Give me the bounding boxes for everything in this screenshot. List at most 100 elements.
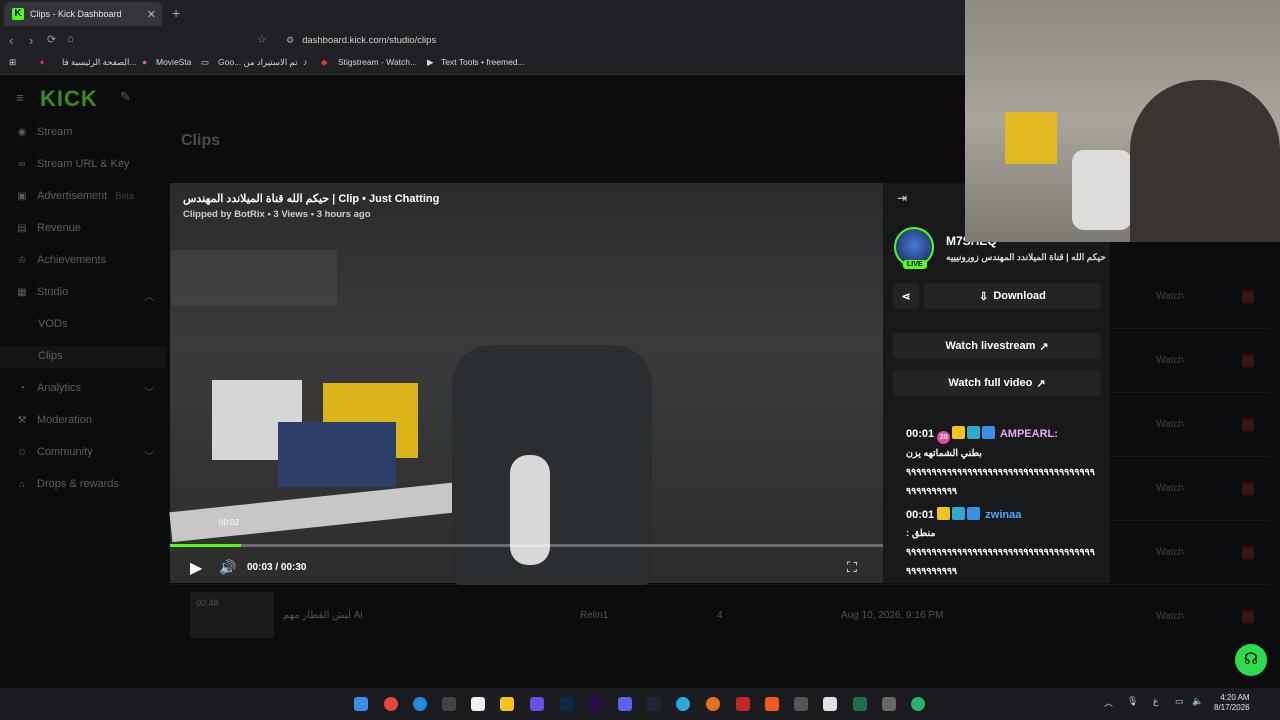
settings-icon[interactable]	[882, 697, 896, 711]
app-icon[interactable]	[794, 697, 808, 711]
chat-username[interactable]: AMPEARL:	[1000, 428, 1058, 440]
app-icon[interactable]	[736, 697, 750, 711]
sidebar-item-clips[interactable]: Clips	[38, 350, 62, 362]
app-icon[interactable]	[823, 697, 837, 711]
delete-icon[interactable]	[1242, 483, 1254, 495]
watch-link[interactable]: Watch	[1156, 611, 1184, 622]
premiere-icon[interactable]	[589, 697, 603, 711]
sidebar-item-studio[interactable]: ▦ Studio	[16, 286, 68, 298]
volume-tray-icon[interactable]: 🔈	[1192, 696, 1203, 707]
kick-logo[interactable]: KICK	[40, 86, 98, 112]
watch-link[interactable]: Watch	[1156, 547, 1184, 558]
clip-meta: Clipped by BotRix • 3 Views • 3 hours ag…	[183, 209, 371, 220]
progress-track[interactable]	[170, 544, 883, 547]
watch-link[interactable]: Watch	[1156, 291, 1184, 302]
language-indicator[interactable]: ع	[1153, 696, 1158, 707]
telegram-icon[interactable]	[676, 697, 690, 711]
delete-icon[interactable]	[1242, 611, 1254, 623]
hammer-icon: ⚒	[17, 414, 27, 426]
clip-row-views: 4	[717, 610, 723, 621]
chevron-down-icon[interactable]: ﹀	[144, 384, 154, 399]
windows-start-icon[interactable]	[354, 697, 368, 711]
system-clock[interactable]: 4:20 AM 8/17/2026	[1214, 693, 1250, 713]
watch-full-video-button[interactable]: Watch full video ↗	[893, 370, 1101, 396]
sidebar-item-achievements[interactable]: ♔ Achievements	[16, 254, 107, 266]
watch-link[interactable]: Watch	[1156, 355, 1184, 366]
headset-icon: ☊	[1243, 651, 1259, 668]
chrome-icon[interactable]	[384, 697, 398, 711]
chevron-up-icon[interactable]: ︿	[144, 288, 154, 303]
photoshop-icon[interactable]	[560, 697, 574, 711]
bookmark-item[interactable]: Text Tools • freemed...	[441, 57, 525, 67]
video-chat-overlay	[171, 250, 337, 306]
bookmark-favicon-icon: ♦	[40, 57, 45, 67]
bookmark-item[interactable]: الصفحة الرئيسية فا...	[62, 57, 136, 68]
chevron-down-icon[interactable]: ﹀	[144, 448, 154, 463]
chat-time: 00:01	[906, 428, 935, 440]
menu-icon[interactable]: ≡	[16, 90, 24, 105]
bookmark-item[interactable]: Goo... تم الاستيراد من	[218, 57, 298, 68]
home-icon[interactable]: ⌂	[67, 33, 74, 45]
watch-livestream-button[interactable]: Watch livestream ↗	[893, 333, 1101, 359]
edge-icon[interactable]	[413, 697, 427, 711]
collapse-panel-icon[interactable]: ⇥	[897, 191, 907, 205]
folder-icon[interactable]	[500, 697, 514, 711]
play-icon[interactable]: ▶	[190, 558, 202, 578]
sidebar-item-stream-url[interactable]: ∞ Stream URL & Key	[16, 158, 129, 170]
tiktok-icon: ♪	[303, 57, 308, 67]
sidebar-item-moderation[interactable]: ⚒ Moderation	[16, 414, 93, 426]
apps-icon[interactable]: ⊞	[9, 57, 16, 68]
delete-icon[interactable]	[1242, 419, 1254, 431]
support-chat-button[interactable]: ☊	[1235, 644, 1267, 676]
sidebar-item-advertisement[interactable]: ▣ Advertisement Beta	[16, 190, 134, 202]
sidebar-item-stream[interactable]: ◉ Stream	[16, 126, 73, 138]
folder-icon: ▭	[201, 57, 210, 67]
sidebar-item-vods[interactable]: VODs	[38, 318, 67, 330]
clip-title: حيكم الله قناة الميلاندد المهندس | Clip …	[183, 193, 440, 205]
new-tab-button[interactable]: +	[172, 5, 180, 21]
delete-icon[interactable]	[1242, 355, 1254, 367]
delete-icon[interactable]	[1242, 291, 1254, 303]
clip-row-title: ليش القطار مهم Ai	[283, 610, 363, 621]
sidebar-item-community[interactable]: ☺ Community	[16, 446, 93, 458]
revenue-icon: ▤	[17, 222, 27, 234]
tray-chevron-icon[interactable]: ︿	[1104, 696, 1113, 709]
share-button[interactable]: ⋖	[893, 283, 919, 309]
app-icon[interactable]	[471, 697, 485, 711]
delete-icon[interactable]	[1242, 547, 1254, 559]
app-icon[interactable]	[706, 697, 720, 711]
fullscreen-icon[interactable]: ⛶	[847, 559, 857, 576]
og-badge-icon	[967, 426, 981, 439]
bookmark-item[interactable]: MovieSta	[156, 57, 191, 67]
pin-icon[interactable]: ✎	[120, 89, 131, 105]
tab-close-icon[interactable]: ✕	[147, 8, 156, 21]
network-icon[interactable]: ▭	[1175, 696, 1184, 707]
verified-badge-icon	[982, 426, 996, 439]
app-icon[interactable]	[911, 697, 925, 711]
sidebar-item-revenue[interactable]: ▤ Revenue	[16, 222, 81, 234]
sidebar-item-analytics[interactable]: ◔ Analytics	[16, 382, 81, 394]
mic-icon[interactable]: 🎙	[1127, 696, 1138, 707]
download-icon: ⇩	[979, 290, 989, 303]
excel-icon[interactable]	[853, 697, 867, 711]
bookmark-item[interactable]: Stigstream - Watch...	[338, 57, 417, 67]
external-link-icon: ↗	[1039, 340, 1049, 353]
app-icon[interactable]	[530, 697, 544, 711]
browser-tab[interactable]: K Clips - Kick Dashboard ✕	[4, 2, 162, 26]
omnibox[interactable]: ⚙ dashboard.kick.com/studio/clips	[276, 31, 948, 49]
brave-icon[interactable]	[765, 697, 779, 711]
chat-username[interactable]: zwinaa	[985, 509, 1021, 521]
site-info-icon[interactable]: ⚙	[286, 35, 294, 46]
volume-icon[interactable]: 🔊	[219, 559, 236, 576]
forward-icon[interactable]: ›	[29, 33, 33, 48]
watch-link[interactable]: Watch	[1156, 419, 1184, 430]
bookmark-icon[interactable]: ☆	[257, 33, 267, 46]
sidebar-item-drops[interactable]: ⌂ Drops & rewards	[16, 478, 119, 490]
steam-icon[interactable]	[647, 697, 661, 711]
reload-icon[interactable]: ⟳	[47, 33, 56, 46]
back-icon[interactable]: ‹	[9, 33, 13, 48]
download-button[interactable]: ⇩ Download	[924, 283, 1101, 309]
app-icon[interactable]	[442, 697, 456, 711]
watch-link[interactable]: Watch	[1156, 483, 1184, 494]
discord-icon[interactable]	[618, 697, 632, 711]
